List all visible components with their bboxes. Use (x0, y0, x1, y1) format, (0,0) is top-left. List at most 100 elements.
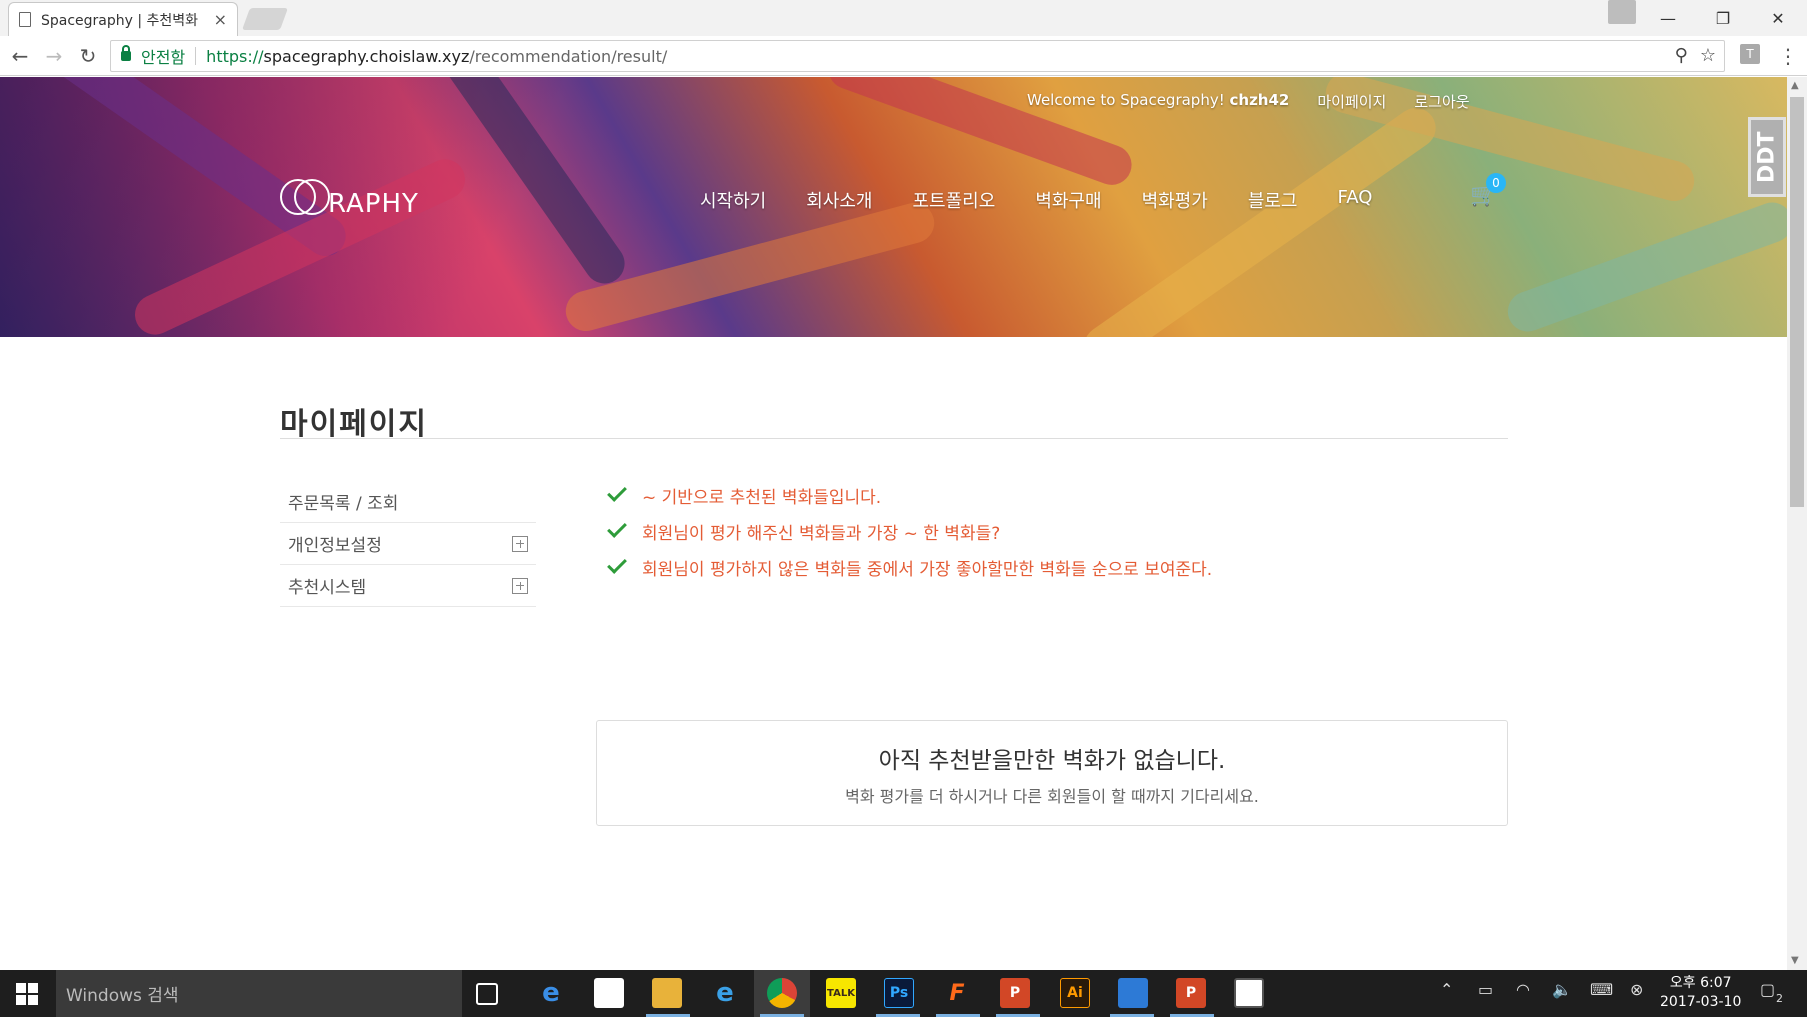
check-icon (607, 554, 627, 574)
minimize-icon[interactable]: — (1642, 4, 1694, 32)
document-icon (19, 12, 31, 27)
windows-taskbar: Windows 검색 e e TALK Ps F P Ai P ⌃ ▭ ◠ 🔈 … (0, 970, 1807, 1017)
nav-blog[interactable]: 블로그 (1248, 187, 1298, 213)
windows-start-icon[interactable] (16, 983, 38, 1005)
nav-start[interactable]: 시작하기 (700, 187, 766, 213)
url-path: /recommendation/result/ (469, 46, 668, 66)
restore-icon[interactable]: ❐ (1697, 4, 1749, 32)
logout-link[interactable]: 로그아웃 (1414, 91, 1469, 112)
nav-faq[interactable]: FAQ (1338, 187, 1373, 213)
sidebar-item-recommendation[interactable]: 추천시스템 (280, 565, 536, 607)
filezilla-icon[interactable]: F (942, 978, 972, 1008)
address-separator (195, 47, 197, 65)
scroll-up-icon[interactable]: ▲ (1791, 80, 1799, 91)
browser-titlebar: Spacegraphy | 추천벽화 × — ❐ ✕ (0, 0, 1807, 36)
notification-center-icon[interactable]: ▢ (1760, 980, 1775, 999)
illustrator-icon[interactable]: Ai (1060, 978, 1090, 1008)
internet-explorer-icon[interactable]: e (710, 978, 740, 1008)
tab-title: Spacegraphy | 추천벽화 (41, 12, 199, 29)
close-window-icon[interactable]: ✕ (1752, 4, 1804, 32)
reload-icon[interactable]: ↻ (74, 42, 102, 70)
zoom-icon[interactable]: ⚲ (1675, 45, 1688, 66)
reader-icon[interactable] (1118, 978, 1148, 1008)
wifi-icon[interactable]: ◠ (1516, 980, 1530, 999)
empty-title: 아직 추천받을만한 벽화가 없습니다. (878, 748, 1226, 774)
volume-icon[interactable]: 🔈 (1552, 980, 1572, 999)
expand-plus-icon[interactable] (512, 577, 528, 594)
clock-time: 오후 6:07 (1669, 975, 1732, 991)
sidebar-item-label: 주문목록 / 조회 (288, 494, 399, 514)
recommendation-notes: ~ 기반으로 추천된 벽화들입니다. 회원님이 평가 해주신 벽화들과 가장 ~… (607, 477, 1213, 585)
forward-icon[interactable]: → (40, 42, 68, 70)
nav-purchase[interactable]: 벽화구매 (1035, 187, 1101, 213)
taskbar-clock[interactable]: 오후 6:07 2017-03-10 (1660, 974, 1741, 1012)
nav-about[interactable]: 회사소개 (806, 187, 872, 213)
back-icon[interactable]: ← (6, 42, 34, 70)
page-scrollbar[interactable]: ▲ ▼ (1787, 77, 1807, 970)
browser-menu-icon[interactable]: ⋮ (1778, 44, 1798, 68)
mypage-sidebar: 주문목록 / 조회 개인정보설정 추천시스템 (280, 481, 536, 607)
chrome-icon[interactable] (767, 978, 797, 1008)
sidebar-item-orders[interactable]: 주문목록 / 조회 (280, 481, 536, 523)
page-title: 마이페이지 (280, 407, 428, 442)
store-icon[interactable] (594, 978, 624, 1008)
note-text: ~ 기반으로 추천된 벽화들입니다. (642, 487, 882, 508)
kakaotalk-icon[interactable]: TALK (826, 978, 856, 1008)
browser-tab[interactable]: Spacegraphy | 추천벽화 × (8, 2, 238, 36)
file-explorer-icon[interactable] (652, 978, 682, 1008)
logo-mark-icon (280, 175, 332, 219)
user-topbar: Welcome to Spacegraphy! chzh42 마이페이지 로그아… (1027, 91, 1470, 112)
powerpoint-icon[interactable]: P (1000, 978, 1030, 1008)
keyboard-icon[interactable]: ⌨ (1590, 980, 1613, 999)
lock-icon (121, 45, 131, 61)
secure-label: 안전함 (141, 48, 186, 67)
profile-icon[interactable] (1608, 0, 1636, 24)
url-host: spacegraphy.choislaw.xyz (263, 46, 470, 66)
task-view-icon[interactable] (476, 983, 498, 1005)
cart-count-badge: 0 (1486, 173, 1506, 193)
logo-word: RAPHY (328, 189, 419, 219)
username: chzh42 (1229, 91, 1290, 109)
welcome-text: Welcome to Spacegraphy! chzh42 (1027, 91, 1290, 109)
check-icon (607, 518, 627, 538)
tray-chevron-icon[interactable]: ⌃ (1440, 980, 1453, 999)
bookmark-star-icon[interactable]: ☆ (1700, 45, 1716, 66)
url-scheme: https:// (206, 46, 264, 66)
title-divider (280, 438, 1508, 439)
browser-toolbar: ← → ↻ 안전함 https:// spacegraphy.choislaw.… (0, 36, 1807, 76)
sidebar-item-label: 추천시스템 (288, 578, 367, 598)
extension-icon[interactable]: T (1740, 44, 1760, 64)
edge-icon[interactable]: e (536, 978, 566, 1008)
expand-plus-icon[interactable] (512, 535, 528, 552)
notification-count: 2 (1776, 992, 1783, 1005)
ddt-extension-badge[interactable]: DDT (1748, 117, 1786, 197)
tab-close-icon[interactable]: × (214, 10, 227, 29)
windows-search-input[interactable]: Windows 검색 (56, 970, 462, 1017)
scroll-down-icon[interactable]: ▼ (1791, 955, 1799, 966)
mypage-link[interactable]: 마이페이지 (1317, 91, 1386, 112)
list-item: 회원님이 평가 해주신 벽화들과 가장 ~ 한 벽화들? (607, 513, 1212, 549)
powerpoint-2-icon[interactable]: P (1176, 978, 1206, 1008)
nav-rating[interactable]: 벽화평가 (1142, 187, 1208, 213)
list-item: 회원님이 평가하지 않은 벽화들 중에서 가장 좋아할만한 벽화들 순으로 보여… (607, 549, 1213, 585)
new-tab-button[interactable] (241, 8, 289, 30)
check-icon (607, 482, 627, 502)
clock-date: 2017-03-10 (1660, 994, 1742, 1010)
nav-portfolio[interactable]: 포트폴리오 (913, 187, 996, 213)
address-bar[interactable]: 안전함 https:// spacegraphy.choislaw.xyz /r… (110, 40, 1725, 72)
empty-recommendation-box: 아직 추천받을만한 벽화가 없습니다. 벽화 평가를 더 하시거나 다른 회원들… (596, 720, 1508, 826)
main-nav: 시작하기 회사소개 포트폴리오 벽화구매 벽화평가 블로그 FAQ (700, 187, 1372, 213)
note-text: 회원님이 평가하지 않은 벽화들 중에서 가장 좋아할만한 벽화들 순으로 보여… (642, 559, 1213, 580)
ime-off-icon[interactable]: ⊗ (1630, 980, 1643, 999)
scrollbar-thumb[interactable] (1790, 97, 1804, 507)
sidebar-item-label: 개인정보설정 (288, 536, 382, 556)
battery-icon[interactable]: ▭ (1478, 980, 1493, 999)
photos-icon[interactable] (1234, 978, 1264, 1008)
empty-subtitle: 벽화 평가를 더 하시거나 다른 회원들이 할 때까지 기다리세요. (845, 787, 1259, 806)
note-text: 회원님이 평가 해주신 벽화들과 가장 ~ 한 벽화들? (642, 523, 1001, 544)
site-logo[interactable]: RAPHY (280, 175, 419, 219)
sidebar-item-profile[interactable]: 개인정보설정 (280, 523, 536, 565)
page-viewport: Welcome to Spacegraphy! chzh42 마이페이지 로그아… (0, 77, 1807, 970)
header-banner: Welcome to Spacegraphy! chzh42 마이페이지 로그아… (0, 77, 1787, 337)
photoshop-icon[interactable]: Ps (884, 978, 914, 1008)
